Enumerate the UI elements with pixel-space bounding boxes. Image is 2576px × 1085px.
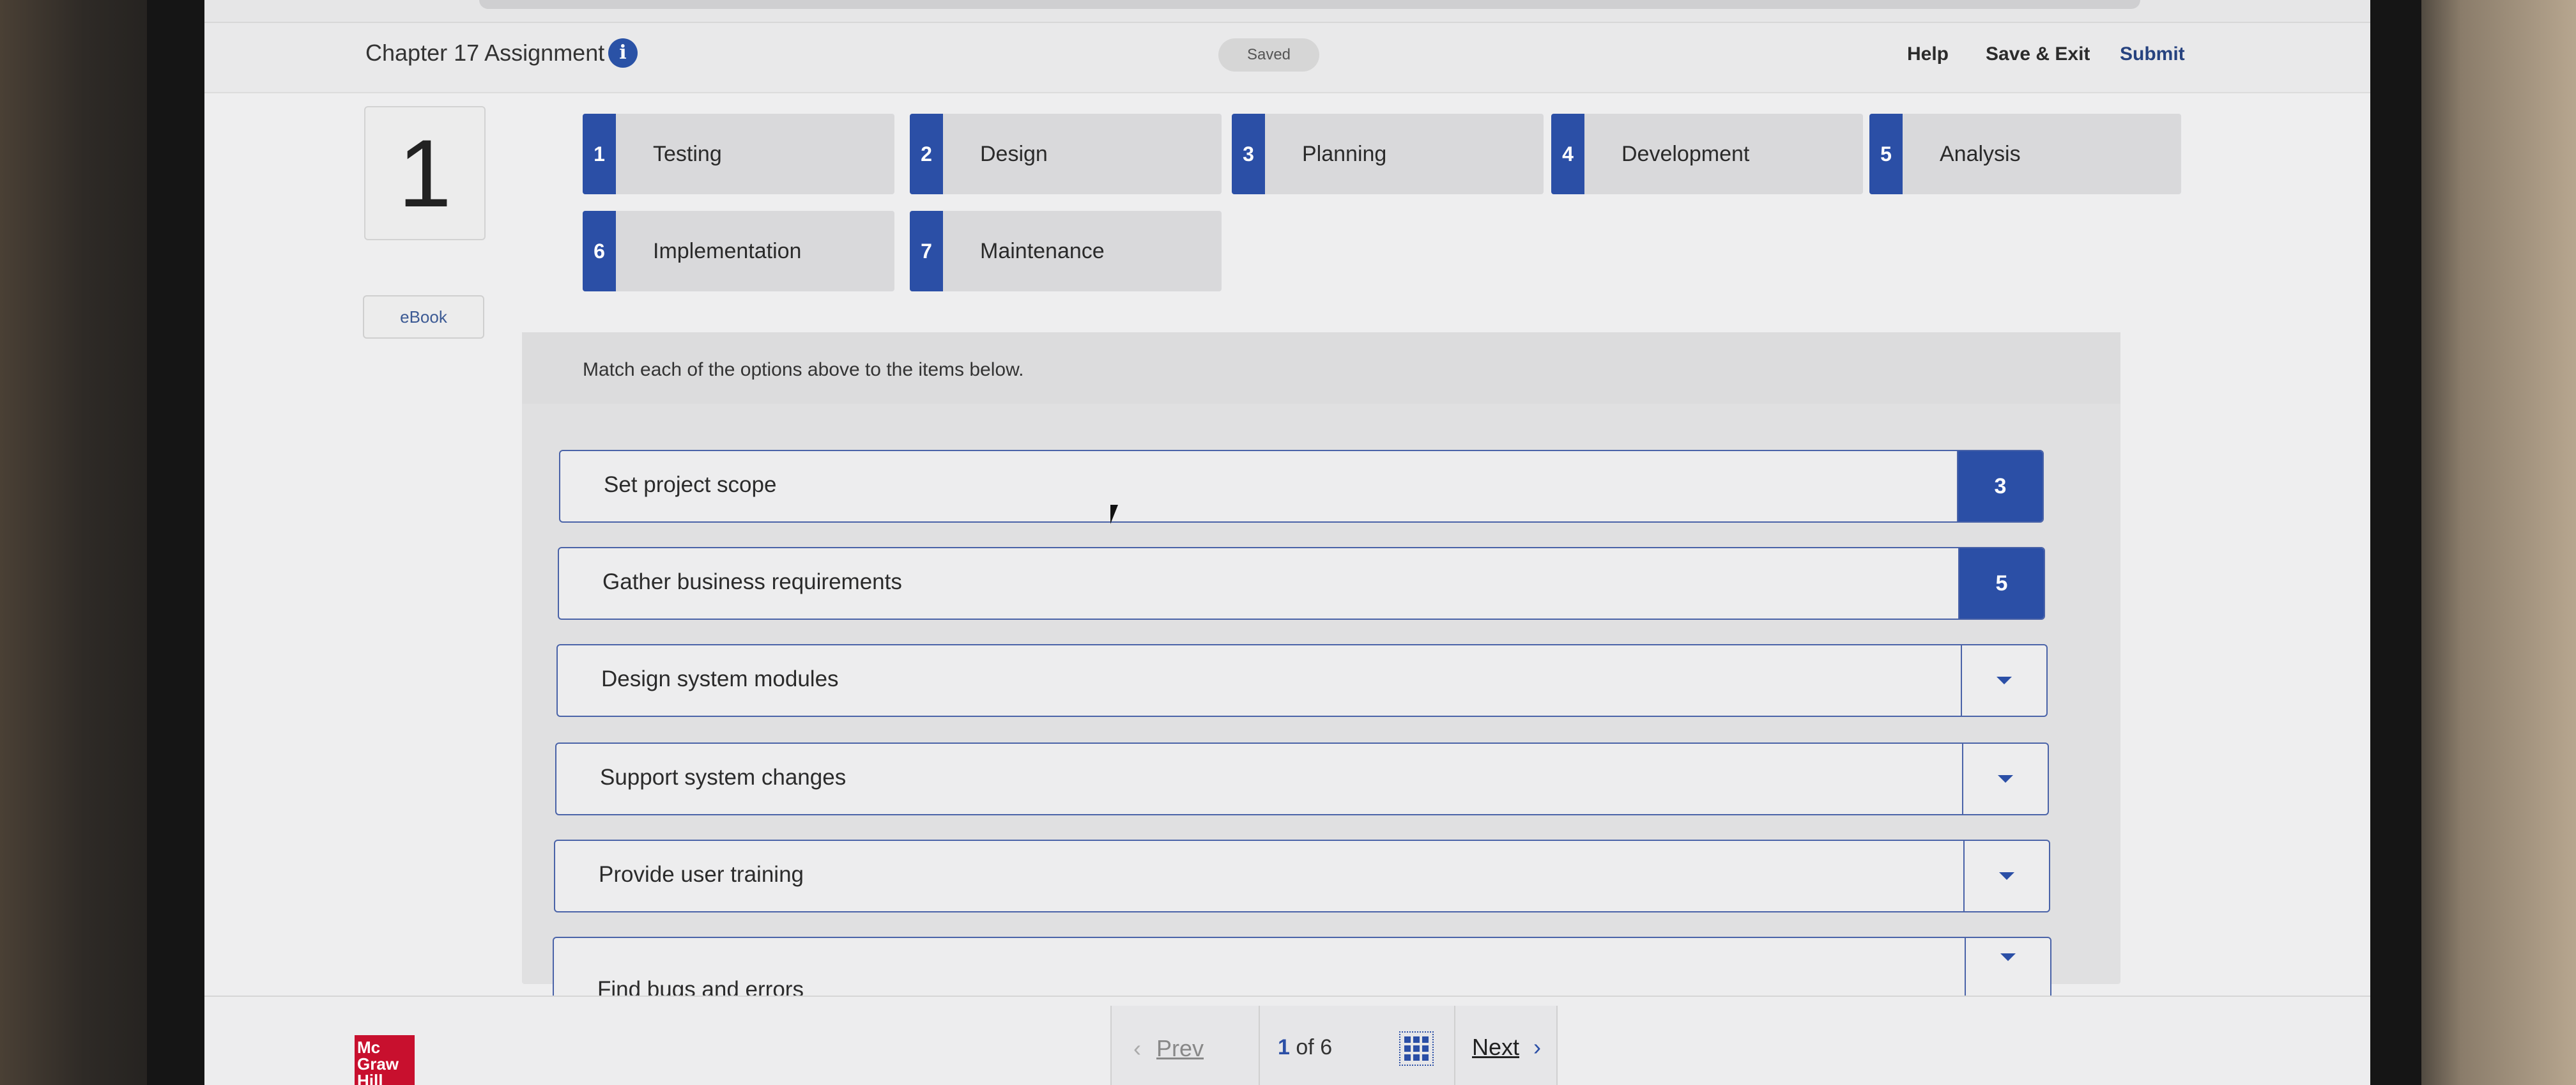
option-number: 2 (910, 114, 943, 194)
match-item: Provide user training (554, 840, 2050, 912)
match-item-text: Set project scope (604, 472, 777, 497)
answer-dropdown[interactable] (1962, 744, 2048, 814)
chevron-down-icon (1999, 872, 2014, 880)
match-item: Gather business requirements 5 (558, 547, 2045, 620)
question-navigation: ‹ Prev 1 of 6 Next › (1110, 1006, 1558, 1085)
answer-dropdown[interactable]: 3 (1957, 451, 2043, 521)
instructions-text: Match each of the options above to the i… (583, 359, 1024, 380)
question-number: 1 (364, 106, 486, 240)
instructions-bar: Match each of the options above to the i… (522, 332, 2120, 404)
option-implementation[interactable]: 6 Implementation (583, 211, 894, 291)
divider (1454, 1006, 1455, 1085)
option-development[interactable]: 4 Development (1551, 114, 1863, 194)
option-number: 1 (583, 114, 616, 194)
address-bar (479, 0, 2140, 9)
option-planning[interactable]: 3 Planning (1232, 114, 1544, 194)
chevron-down-icon (1998, 774, 2013, 783)
match-item: Support system changes (555, 743, 2049, 815)
save-exit-link[interactable]: Save & Exit (1986, 43, 2090, 65)
prev-button[interactable]: ‹ Prev (1133, 1035, 1204, 1062)
divider (1110, 1006, 1112, 1085)
next-label: Next (1472, 1034, 1520, 1060)
option-label: Implementation (653, 239, 802, 263)
footer-bar: Mc Graw Hill ‹ Prev 1 of 6 Next › (204, 996, 2370, 1085)
help-link[interactable]: Help (1907, 43, 1949, 65)
match-item: Set project scope 3 (559, 450, 2044, 523)
chevron-down-icon (1997, 676, 2012, 684)
match-item: Design system modules (556, 644, 2048, 717)
option-number: 7 (910, 211, 943, 291)
option-number: 4 (1551, 114, 1584, 194)
ebook-button[interactable]: eBook (363, 295, 484, 339)
option-label: Design (980, 142, 1048, 166)
saved-badge: Saved (1218, 38, 1319, 72)
of-label: of (1296, 1035, 1314, 1059)
option-number: 5 (1869, 114, 1903, 194)
option-label: Maintenance (980, 239, 1105, 263)
page-counter: 1 of 6 (1278, 1035, 1332, 1060)
option-testing[interactable]: 1 Testing (583, 114, 894, 194)
divider (1259, 1006, 1260, 1085)
assignment-screen: Chapter 17 Assignment i Saved Help Save … (204, 0, 2370, 1085)
chevron-down-icon (2000, 953, 2016, 961)
option-label: Analysis (1940, 142, 2021, 166)
divider (1556, 1006, 1558, 1085)
option-maintenance[interactable]: 7 Maintenance (910, 211, 1222, 291)
option-number: 3 (1232, 114, 1265, 194)
answer-dropdown[interactable] (1961, 645, 2046, 716)
prev-label: Prev (1156, 1035, 1204, 1061)
next-button[interactable]: Next › (1472, 1034, 1541, 1061)
current-page: 1 (1278, 1035, 1290, 1059)
option-label: Development (1621, 142, 1750, 166)
total-pages: 6 (1320, 1035, 1333, 1059)
option-design[interactable]: 2 Design (910, 114, 1222, 194)
mcgraw-hill-logo: Mc Graw Hill (355, 1035, 415, 1085)
answer-dropdown[interactable] (1963, 841, 2049, 911)
match-item-text: Support system changes (600, 765, 847, 790)
option-label: Planning (1302, 142, 1387, 166)
matching-panel: Match each of the options above to the i… (522, 332, 2120, 1010)
option-label: Testing (653, 142, 722, 166)
assignment-title: Chapter 17 Assignment (365, 40, 605, 66)
option-number: 6 (583, 211, 616, 291)
assignment-header: Chapter 17 Assignment i Saved Help Save … (204, 23, 2370, 93)
browser-top-strip (204, 0, 2370, 23)
match-item-text: Provide user training (599, 862, 804, 887)
mouse-cursor (1110, 505, 1126, 524)
match-item-text: Design system modules (601, 666, 839, 691)
submit-link[interactable]: Submit (2120, 43, 2185, 65)
chevron-right-icon: › (1533, 1034, 1542, 1060)
chevron-left-icon: ‹ (1133, 1035, 1141, 1061)
match-item-text: Gather business requirements (602, 569, 902, 594)
grid-icon[interactable] (1399, 1031, 1434, 1066)
answer-dropdown[interactable]: 5 (1958, 548, 2044, 619)
option-analysis[interactable]: 5 Analysis (1869, 114, 2181, 194)
info-icon[interactable]: i (608, 38, 638, 68)
